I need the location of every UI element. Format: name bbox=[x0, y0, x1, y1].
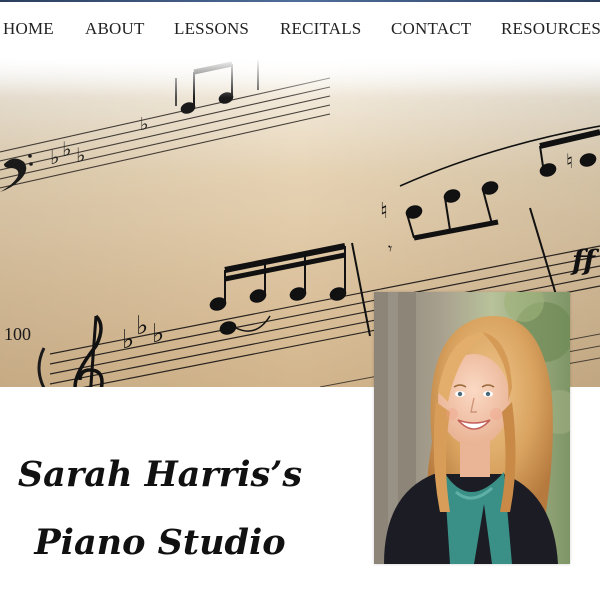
nav-item-resources[interactable]: RESOURCES bbox=[501, 19, 600, 39]
svg-text:♮: ♮ bbox=[380, 199, 388, 224]
studio-title: Sarah Harris’s Piano Studio bbox=[0, 441, 320, 577]
svg-text:♭: ♭ bbox=[140, 114, 149, 135]
nav-item-about[interactable]: ABOUT bbox=[85, 19, 145, 39]
nav-item-contact[interactable]: CONTACT bbox=[391, 19, 471, 39]
svg-text:♭: ♭ bbox=[122, 325, 134, 355]
studio-title-line-1: Sarah Harris’s bbox=[17, 454, 303, 496]
svg-text:♭: ♭ bbox=[152, 319, 164, 349]
svg-text:♭: ♭ bbox=[76, 143, 85, 167]
nav-item-recitals[interactable]: RECITALS bbox=[280, 19, 361, 39]
nav-item-home[interactable]: HOME bbox=[3, 19, 54, 39]
hero-top-fade bbox=[0, 58, 600, 98]
svg-text:♭: ♭ bbox=[62, 137, 71, 161]
svg-text:♮: ♮ bbox=[566, 149, 573, 173]
svg-text:♭: ♭ bbox=[50, 145, 59, 169]
nav-accent-bar bbox=[0, 0, 600, 2]
portrait-illustration bbox=[374, 292, 570, 564]
teacher-portrait-photo bbox=[374, 292, 570, 564]
top-navigation: HOME ABOUT LESSONS RECITALS CONTACT RESO… bbox=[0, 0, 600, 58]
measure-number: 100 bbox=[4, 324, 31, 344]
nav-item-lessons[interactable]: LESSONS bbox=[174, 19, 249, 39]
svg-text:𝄾: 𝄾 bbox=[388, 239, 392, 258]
studio-title-line-2: Piano Studio bbox=[34, 522, 286, 564]
svg-text:♭: ♭ bbox=[136, 311, 148, 341]
